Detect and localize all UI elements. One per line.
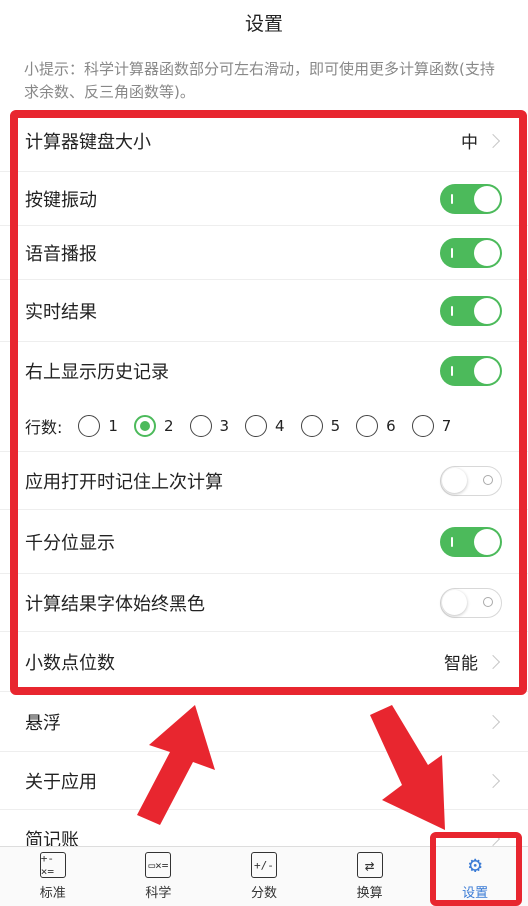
decimals-row[interactable]: 小数点位数 智能 xyxy=(0,632,528,692)
tab-label: 科学 xyxy=(145,886,172,901)
remember-row: 应用打开时记住上次计算 xyxy=(0,452,528,510)
radio-icon xyxy=(189,414,212,437)
black-font-label: 计算结果字体始终黑色 xyxy=(25,593,205,615)
rows-option-7[interactable]: 7 xyxy=(411,414,451,437)
rows-option-5[interactable]: 5 xyxy=(300,414,340,437)
float-label: 悬浮 xyxy=(25,712,61,734)
rows-option-2[interactable]: 2 xyxy=(133,414,174,437)
radio-selected-icon xyxy=(133,414,156,437)
rows-option-3[interactable]: 3 xyxy=(189,414,229,437)
keyboard-size-label: 计算器键盘大小 xyxy=(25,131,151,153)
about-label: 关于应用 xyxy=(25,771,97,793)
black-font-row: 计算结果字体始终黑色 xyxy=(0,574,528,632)
decimals-value: 智能 xyxy=(444,654,478,674)
history-label: 右上显示历史记录 xyxy=(25,362,169,383)
settings-list: 计算器键盘大小 中 按键振动 语音播报 实时结果 右上显示历史记录 行数: 1 … xyxy=(0,110,528,868)
rows-option-6[interactable]: 6 xyxy=(356,414,396,437)
decimals-label: 小数点位数 xyxy=(25,652,115,674)
convert-icon: ⇄ xyxy=(356,852,383,878)
chevron-right-icon xyxy=(485,714,501,729)
realtime-label: 实时结果 xyxy=(25,301,97,323)
voice-toggle[interactable] xyxy=(440,237,502,268)
fraction-icon: +/- xyxy=(250,852,277,878)
history-row: 右上显示历史记录 xyxy=(0,342,528,400)
rows-option-1[interactable]: 1 xyxy=(78,414,118,437)
tab-label: 标准 xyxy=(39,886,66,901)
tab-settings[interactable]: ⚙ 设置 xyxy=(422,847,528,906)
keyboard-size-row[interactable]: 计算器键盘大小 中 xyxy=(0,110,528,172)
scientific-calc-icon: ▭×= xyxy=(145,852,172,878)
radio-icon xyxy=(245,414,268,437)
chevron-right-icon xyxy=(485,831,501,847)
settings-gear-icon: ⚙ xyxy=(468,852,482,878)
tab-label: 分数 xyxy=(250,886,277,901)
chevron-right-icon xyxy=(485,654,501,669)
vibration-row: 按键振动 xyxy=(0,172,528,226)
about-row[interactable]: 关于应用 xyxy=(0,752,528,810)
bottom-tab-bar: +-×= 标准 ▭×= 科学 +/- 分数 ⇄ 换算 ⚙ 设置 xyxy=(0,846,528,906)
chevron-right-icon xyxy=(485,773,501,788)
tab-label: 换算 xyxy=(356,886,383,901)
realtime-toggle[interactable] xyxy=(440,295,502,326)
radio-icon xyxy=(300,414,323,437)
rows-label: 行数: xyxy=(25,417,63,437)
voice-label: 语音播报 xyxy=(25,243,97,265)
tab-fraction[interactable]: +/- 分数 xyxy=(211,847,317,906)
keyboard-size-value: 中 xyxy=(461,133,478,153)
rows-option-4[interactable]: 4 xyxy=(245,414,285,437)
black-font-toggle[interactable] xyxy=(440,587,502,618)
chevron-right-icon xyxy=(485,133,501,148)
vibration-label: 按键振动 xyxy=(25,189,97,211)
float-row[interactable]: 悬浮 xyxy=(0,692,528,752)
tab-label: 设置 xyxy=(462,886,489,901)
vibration-toggle[interactable] xyxy=(440,183,502,214)
title-bar: 设置 xyxy=(0,0,528,44)
standard-calc-icon: +-×= xyxy=(39,852,66,878)
rows-selector: 行数: 1 2 3 4 5 6 7 xyxy=(0,400,528,452)
radio-icon xyxy=(411,414,434,437)
realtime-row: 实时结果 xyxy=(0,280,528,342)
history-toggle[interactable] xyxy=(440,356,502,386)
tab-standard[interactable]: +-×= 标准 xyxy=(0,847,106,906)
radio-icon xyxy=(356,414,379,437)
voice-row: 语音播报 xyxy=(0,226,528,280)
page-title: 设置 xyxy=(244,12,283,35)
tab-convert[interactable]: ⇄ 换算 xyxy=(317,847,423,906)
tab-scientific[interactable]: ▭×= 科学 xyxy=(106,847,212,906)
thousands-label: 千分位显示 xyxy=(25,532,115,554)
thousands-toggle[interactable] xyxy=(440,526,502,557)
remember-label: 应用打开时记住上次计算 xyxy=(25,471,223,493)
thousands-row: 千分位显示 xyxy=(0,510,528,574)
radio-icon xyxy=(78,414,101,437)
remember-toggle[interactable] xyxy=(440,465,502,496)
